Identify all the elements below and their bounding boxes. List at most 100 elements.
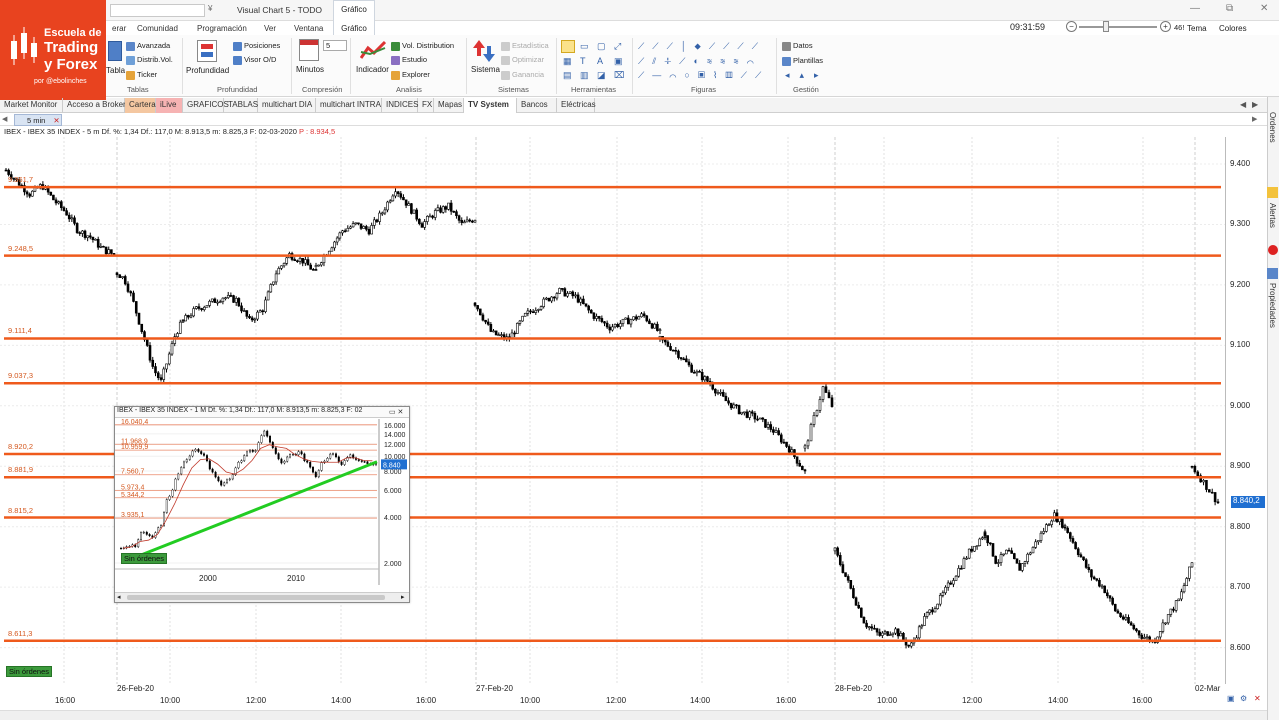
candle-body xyxy=(650,323,654,329)
page-tab-8[interactable]: INDICES xyxy=(382,98,418,113)
optimizar-button[interactable]: Optimizar xyxy=(501,55,544,65)
rectangle-tool-icon[interactable]: ▢ xyxy=(597,41,606,51)
page-tab-2[interactable]: Cartera xyxy=(125,98,156,113)
colores-button[interactable]: Colores xyxy=(1219,24,1247,33)
depth-icon[interactable] xyxy=(197,40,217,62)
zoom-slider-track[interactable] xyxy=(1079,26,1157,28)
ganancia-button[interactable]: Ganancia xyxy=(501,70,544,80)
price-axis[interactable]: 9.400 9.300 9.200 9.100 9.000 8.900 8.800 8.700… xyxy=(1225,137,1267,684)
zoom-slider-thumb[interactable] xyxy=(1103,21,1109,32)
close-chart-icon[interactable]: ✕ xyxy=(1254,694,1261,703)
navigation-arrows[interactable]: ◂▴▸ xyxy=(785,70,829,80)
menu-operar[interactable]: erar xyxy=(112,24,126,33)
datos-button[interactable]: Datos xyxy=(782,41,813,51)
page-tab-12[interactable]: Bancos xyxy=(517,98,557,113)
menu-grafico[interactable]: Gráfico xyxy=(333,21,375,35)
menu-programacion[interactable]: Programación xyxy=(197,24,247,33)
image-tool-icon[interactable]: ▣ xyxy=(614,56,623,66)
tema-button[interactable]: Tema xyxy=(1187,24,1207,33)
inset-scroll-left-icon[interactable]: ◂ xyxy=(117,593,121,601)
ticker-button[interactable]: Ticker xyxy=(126,70,157,80)
ordenes-panel-tab[interactable]: Ordenes xyxy=(1268,112,1277,143)
sistema-button[interactable]: Sistema xyxy=(471,65,500,74)
zoom-out-button[interactable]: − xyxy=(1066,21,1077,32)
explorer-button[interactable]: Explorer xyxy=(391,70,430,80)
page-tab-1[interactable]: Acceso a Broker xyxy=(63,98,126,113)
minutes-value-input[interactable]: 5 xyxy=(323,40,347,51)
erase-tool-icon[interactable]: ⌧ xyxy=(614,70,624,80)
page-tab-0[interactable]: Market Monitor xyxy=(0,98,63,113)
quick-access-arrow[interactable]: ¥ xyxy=(208,4,212,13)
page-tab-10[interactable]: Mapas xyxy=(434,98,464,113)
tab-scroll-left-icon[interactable]: ◀ xyxy=(1240,100,1246,109)
visor-od-button[interactable]: Visor O/D xyxy=(233,55,276,65)
inset-window-buttons[interactable]: ▭ ✕ xyxy=(389,408,403,416)
indicador-button[interactable]: Indicador xyxy=(356,65,389,74)
subtab-5min[interactable]: 5 min ✕ xyxy=(14,114,62,126)
zoom-tool-icon[interactable]: ⤢ xyxy=(614,41,621,51)
grid-tool-icon[interactable]: ▦ xyxy=(563,56,572,66)
avanzada-button[interactable]: Avanzada xyxy=(126,41,170,51)
minutos-button[interactable]: Minutos xyxy=(296,65,324,74)
subtab-close-icon[interactable]: ✕ xyxy=(53,116,59,125)
page-tab-3[interactable]: iLive xyxy=(156,98,183,113)
tabla-button[interactable]: Tabla xyxy=(106,66,125,75)
crosshair-tool-icon[interactable]: ▭ xyxy=(580,41,589,51)
menu-ventana[interactable]: Ventana xyxy=(294,24,323,33)
save-icon[interactable]: ▣ xyxy=(1227,694,1235,703)
page-tab-13[interactable]: Eléctricas xyxy=(557,98,596,113)
subtab-scroll-left-icon[interactable]: ◀ xyxy=(2,115,7,123)
figure-lines-row[interactable]: ⟋⟋⟋│⬥⟋⟋⟋⟋ xyxy=(638,41,766,51)
inset-scrollbar[interactable]: ◂ ▸ xyxy=(115,592,409,602)
fill-tool-icon[interactable]: ◪ xyxy=(597,70,606,80)
figure-channels-row[interactable]: ⟋⫽✛⟋◐≋≋≋⌒ xyxy=(638,56,762,66)
text-tool-icon[interactable]: T xyxy=(580,56,586,66)
indicator-icon[interactable] xyxy=(360,40,386,60)
price-tick: 9.400 xyxy=(1230,159,1251,168)
estudio-button[interactable]: Estudio xyxy=(391,55,427,65)
system-icon[interactable] xyxy=(473,40,495,62)
figure-shapes-row[interactable]: ⟋—⌒○▣⌇▥⟋⟋ xyxy=(638,70,769,80)
candle-body xyxy=(1045,524,1048,532)
propiedades-panel-tab[interactable]: Propiedades xyxy=(1268,283,1277,328)
posiciones-button[interactable]: Posiciones xyxy=(233,41,280,51)
page-tab-5[interactable]: TABLAS xyxy=(224,98,258,113)
page-tab-9[interactable]: FX xyxy=(418,98,434,113)
inset-scroll-right-icon[interactable]: ▸ xyxy=(401,593,405,601)
tab-grafico-context[interactable]: Gráfico xyxy=(333,0,375,21)
quick-access-input[interactable] xyxy=(110,4,205,17)
close-button[interactable]: ✕ xyxy=(1260,3,1268,14)
table-tool-icon[interactable]: ▥ xyxy=(580,70,589,80)
time-axis[interactable]: 16:00 26-Feb-20 10:00 12:00 14:00 16:00 27-Feb… xyxy=(0,684,1225,710)
measure-tool-icon[interactable]: ▤ xyxy=(563,70,572,80)
inset-scroll-thumb[interactable] xyxy=(127,595,385,600)
subtab-scroll-right-icon[interactable]: ▶ xyxy=(1252,115,1257,123)
profundidad-button[interactable]: Profundidad xyxy=(186,66,229,75)
tab-scroll-right-icon[interactable]: ▶ xyxy=(1252,100,1258,109)
menu-ver[interactable]: Ver xyxy=(264,24,276,33)
inset-candle-body xyxy=(352,454,355,459)
properties-icon[interactable] xyxy=(1267,268,1278,279)
zoom-in-button[interactable]: + xyxy=(1160,21,1171,32)
page-tab-7[interactable]: multichart INTRA xyxy=(316,98,382,113)
record-icon[interactable] xyxy=(1268,245,1278,255)
menu-comunidad[interactable]: Comunidad xyxy=(137,24,178,33)
page-tab-6[interactable]: multichart DIA xyxy=(258,98,316,113)
candle-body xyxy=(386,201,389,211)
vol-distribution-button[interactable]: Vol. Distribution xyxy=(391,41,454,51)
estadistica-button[interactable]: Estadística xyxy=(501,41,549,51)
inset-chart-window[interactable]: IBEX - IBEX 35 INDEX - 1 M Df. %: 1,34 D… xyxy=(114,406,410,603)
alertas-panel-tab[interactable]: Alertas xyxy=(1268,203,1277,228)
pointer-tool-icon[interactable] xyxy=(561,40,575,53)
calendar-icon[interactable] xyxy=(299,39,319,61)
page-tab-4[interactable]: GRAFICOS xyxy=(183,98,229,113)
restore-button[interactable]: ⧉ xyxy=(1226,3,1233,14)
settings-icon[interactable]: ⚙ xyxy=(1240,694,1247,703)
bell-icon[interactable] xyxy=(1267,187,1278,198)
minimize-button[interactable]: — xyxy=(1190,3,1200,14)
label-tool-icon[interactable]: A xyxy=(597,56,603,66)
table-icon[interactable] xyxy=(108,41,122,61)
plantillas-button[interactable]: Plantillas xyxy=(782,56,823,66)
page-tab-11[interactable]: TV System xyxy=(464,98,517,113)
distrib-vol-button[interactable]: Distrib.Vol. xyxy=(126,55,173,65)
